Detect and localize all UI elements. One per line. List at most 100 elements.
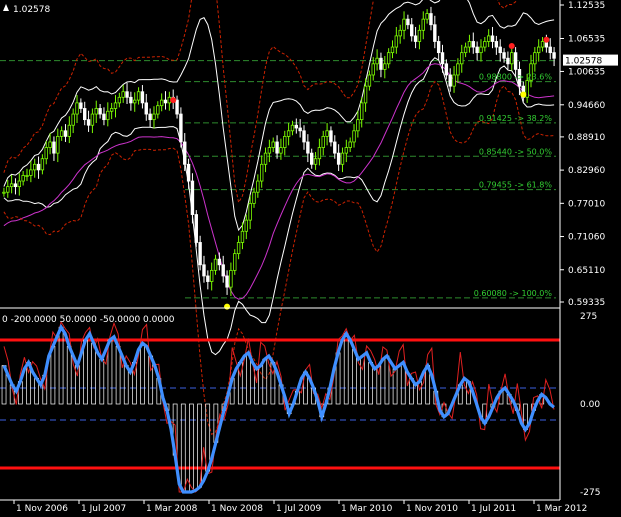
price-tick-label: 0.82960 <box>568 166 605 176</box>
candle-body <box>494 41 499 48</box>
indicator-header: 0 -200.0000 50.0000 -50.0000 0.0000 <box>2 315 175 325</box>
candle-body <box>225 275 229 288</box>
candle-body <box>394 35 399 48</box>
price-tick-label: 0.71060 <box>568 233 605 243</box>
price-tick-label: 1.06535 <box>568 34 605 44</box>
candle-body <box>479 46 483 54</box>
candle-body <box>33 163 37 171</box>
candle-body <box>352 130 356 143</box>
candle-body <box>129 96 133 104</box>
candle-body <box>9 183 14 188</box>
candle-body <box>175 99 179 115</box>
candle-body <box>183 141 187 165</box>
candle-body <box>383 63 387 70</box>
fib-level-label: 0.91425 -> 38.2% <box>479 114 553 123</box>
candle-body <box>102 113 106 121</box>
candle-body <box>490 35 495 42</box>
candle-body <box>40 158 45 171</box>
candle-body <box>121 91 125 98</box>
candle-body <box>386 52 391 65</box>
candle-body <box>152 113 156 121</box>
candle-body <box>425 13 429 20</box>
time-tick-label: 1 Mar 2010 <box>341 504 393 514</box>
candle-body <box>71 113 75 126</box>
candle-body <box>244 219 248 232</box>
candle-body <box>217 258 222 266</box>
candle-body <box>83 108 87 121</box>
candle-body <box>94 108 98 115</box>
candle-body <box>148 113 152 121</box>
candle-body <box>140 91 145 104</box>
price-tick-label: 1.00635 <box>568 67 605 77</box>
candle-body <box>471 41 475 48</box>
candle-body <box>156 105 160 115</box>
candle-body <box>271 141 275 148</box>
candle-body <box>433 24 437 42</box>
forex-chart-window[interactable]: 1.18980 -> 0.0%0.98800 -> 23.6%0.91425 -… <box>0 0 621 517</box>
candle-body <box>486 35 491 42</box>
price-tick-label: 0.94660 <box>568 101 605 111</box>
candle-body <box>21 175 25 182</box>
candle-body <box>133 99 137 104</box>
time-tick-label: 1 Nov 2006 <box>16 504 68 514</box>
fib-level-label: 0.98800 -> 23.6% <box>479 73 553 82</box>
candle-body <box>463 46 468 54</box>
candle-body <box>13 183 18 188</box>
time-tick-label: 1 Mar 2008 <box>146 504 198 514</box>
price-tick-label: 0.88910 <box>568 133 605 143</box>
candle-body <box>48 141 52 148</box>
candle-body <box>144 102 148 115</box>
candle-body <box>363 85 368 104</box>
candle-body <box>56 135 60 154</box>
fractal-up-marker <box>508 42 515 49</box>
candle-body <box>375 57 379 65</box>
candle-body <box>17 180 22 188</box>
candle-body <box>109 108 114 112</box>
candle-body <box>252 191 256 204</box>
candle-body <box>275 141 279 154</box>
fractal-down-marker <box>224 303 231 310</box>
fib-level-label: 0.79455 -> 61.8% <box>479 181 553 190</box>
time-tick-label: 1 Jul 2007 <box>81 504 126 514</box>
candle-body <box>367 74 372 87</box>
candle-body <box>248 202 252 221</box>
candle-body <box>190 180 195 215</box>
candle-body <box>221 264 225 277</box>
candle-body <box>421 18 425 31</box>
candle-body <box>59 130 64 137</box>
candle-body <box>379 57 383 70</box>
candle-body <box>483 41 487 48</box>
candle-body <box>498 46 502 54</box>
candle-body <box>302 130 306 143</box>
candle-body <box>390 46 395 54</box>
fractal-up-marker <box>543 36 550 43</box>
candle-body <box>44 147 48 160</box>
candle-body <box>452 74 456 87</box>
candle-body <box>194 214 198 243</box>
candle-body <box>79 102 83 109</box>
candle-body <box>67 124 72 137</box>
last-price-label: 1.02578 <box>565 57 602 67</box>
time-tick-label: 1 Nov 2010 <box>406 504 458 514</box>
candle-body <box>125 91 129 98</box>
candle-body <box>267 147 272 154</box>
candle-body <box>86 119 91 126</box>
candle-body <box>63 130 68 137</box>
candle-body <box>310 152 314 165</box>
candle-body <box>283 135 287 148</box>
candle-body <box>336 152 341 165</box>
candle-body <box>206 275 210 282</box>
candle-body <box>186 163 191 182</box>
candle-body <box>202 264 206 277</box>
candle-body <box>540 41 545 48</box>
time-tick-label: 1 Mar 2012 <box>536 504 587 514</box>
time-tick-label: 1 Nov 2008 <box>211 504 263 514</box>
candle-body <box>136 91 141 101</box>
candle-body <box>213 258 218 271</box>
last-price-tag: 1.02578 <box>563 54 618 67</box>
candle-body <box>429 13 433 26</box>
candle-body <box>317 147 322 160</box>
candle-body <box>209 269 214 282</box>
candle-body <box>236 242 241 255</box>
candle-body <box>506 57 510 65</box>
